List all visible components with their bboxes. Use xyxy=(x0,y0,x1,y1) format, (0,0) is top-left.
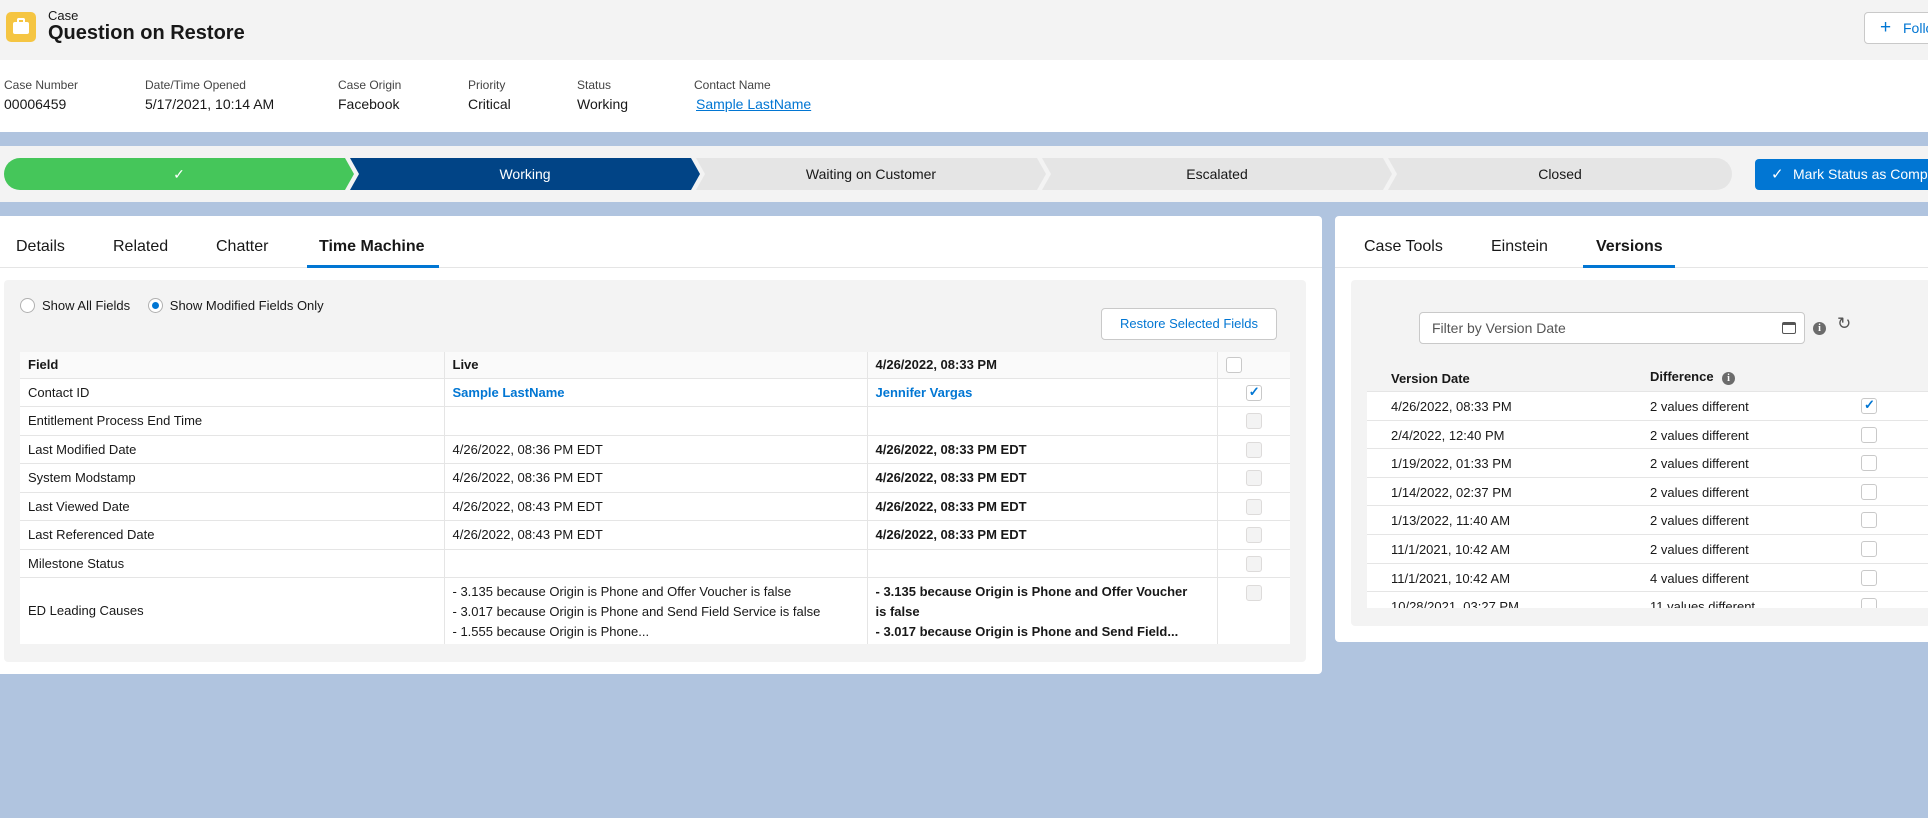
highlight-case-origin: Case Origin Facebook xyxy=(338,78,402,112)
list-item[interactable]: 11/1/2021, 10:42 AM 4 values different xyxy=(1367,564,1928,593)
list-item[interactable]: 1/14/2022, 02:37 PM 2 values different xyxy=(1367,478,1928,507)
field-comparison-table: Field Live 4/26/2022, 08:33 PM Contact I… xyxy=(20,352,1290,644)
path-stage-waiting-on-customer[interactable]: Waiting on Customer xyxy=(696,158,1046,190)
list-item[interactable]: 1/13/2022, 11:40 AM 2 values different xyxy=(1367,506,1928,535)
time-machine-panel: Show All Fields Show Modified Fields Onl… xyxy=(4,280,1306,662)
tab-chatter[interactable]: Chatter xyxy=(216,238,268,256)
row-select-checkbox[interactable] xyxy=(1245,384,1262,401)
version-date-filter-input[interactable]: Filter by Version Date xyxy=(1419,312,1805,344)
highlight-priority: Priority Critical xyxy=(468,78,511,112)
highlight-status: Status Working xyxy=(577,78,629,112)
info-icon[interactable]: i xyxy=(1813,322,1826,335)
list-item[interactable]: 11/1/2021, 10:42 AM 2 values different xyxy=(1367,535,1928,564)
check-icon: ✓ xyxy=(1771,166,1784,183)
version-select-checkbox[interactable] xyxy=(1861,483,1877,500)
versions-panel: Filter by Version Date i ↻ Version Date … xyxy=(1351,280,1928,626)
column-header-difference: Difference xyxy=(1650,369,1714,384)
list-item[interactable]: 2/4/2022, 12:40 PM 2 values different xyxy=(1367,421,1928,450)
table-row: Entitlement Process End Time xyxy=(20,406,1290,435)
main-tabs-card: Details Related Chatter Time Machine Sho… xyxy=(0,216,1322,674)
field-filter-radios: Show All Fields Show Modified Fields Onl… xyxy=(20,298,338,313)
plus-icon: + xyxy=(1880,17,1892,38)
contact-name-link[interactable]: Sample LastName xyxy=(696,96,811,112)
row-select-checkbox[interactable] xyxy=(1245,441,1262,458)
row-select-checkbox[interactable] xyxy=(1245,498,1262,515)
case-briefcase-icon xyxy=(6,12,36,42)
version-select-checkbox[interactable] xyxy=(1861,397,1877,414)
status-path: ✓ Working Waiting on Customer Escalated … xyxy=(0,146,1928,202)
main-tab-bar: Details Related Chatter Time Machine xyxy=(0,216,1322,268)
live-contact-link[interactable]: Sample LastName xyxy=(453,385,565,400)
tab-case-tools[interactable]: Case Tools xyxy=(1364,238,1443,256)
path-stage-working[interactable]: Working xyxy=(350,158,700,190)
versions-table-header: Version Date Difference i xyxy=(1367,362,1928,392)
list-item[interactable]: 10/28/2021, 03:27 PM 11 values different xyxy=(1367,592,1928,608)
row-select-checkbox[interactable] xyxy=(1245,555,1262,572)
refresh-icon[interactable]: ↻ xyxy=(1837,314,1851,334)
highlight-date-opened: Date/Time Opened 5/17/2021, 10:14 AM xyxy=(145,78,275,112)
row-select-checkbox[interactable] xyxy=(1245,527,1262,544)
path-stage-completed[interactable]: ✓ xyxy=(4,158,354,190)
version-select-checkbox[interactable] xyxy=(1861,426,1877,443)
side-tab-bar: Case Tools Einstein Versions xyxy=(1335,216,1928,268)
show-modified-fields-radio[interactable] xyxy=(147,298,163,313)
object-label: Case xyxy=(48,8,79,23)
table-row: Last Referenced Date 4/26/2022, 08:43 PM… xyxy=(20,520,1290,549)
list-item[interactable]: 4/26/2022, 08:33 PM 2 values different xyxy=(1367,392,1928,421)
active-tab-indicator xyxy=(1583,265,1675,268)
record-header: Case Question on Restore + Follow xyxy=(0,0,1928,60)
version-select-checkbox[interactable] xyxy=(1861,512,1877,529)
row-select-checkbox[interactable] xyxy=(1245,413,1262,430)
restore-selected-fields-button[interactable]: Restore Selected Fields xyxy=(1101,308,1277,340)
show-all-fields-radio[interactable] xyxy=(20,298,35,313)
column-header-live: Live xyxy=(443,352,867,379)
versions-list: 4/26/2022, 08:33 PM 2 values different 2… xyxy=(1367,392,1928,608)
table-row: Last Viewed Date 4/26/2022, 08:43 PM EDT… xyxy=(20,491,1290,521)
table-row: System Modstamp 4/26/2022, 08:36 PM EDT … xyxy=(20,463,1290,492)
check-icon: ✓ xyxy=(173,166,185,182)
tab-versions[interactable]: Versions xyxy=(1596,238,1663,256)
version-select-checkbox[interactable] xyxy=(1861,540,1877,557)
path-stage-closed[interactable]: Closed xyxy=(1388,158,1732,190)
version-contact-link[interactable]: Jennifer Vargas xyxy=(876,385,973,400)
row-select-checkbox[interactable] xyxy=(1245,584,1262,601)
version-select-checkbox[interactable] xyxy=(1861,598,1877,608)
select-all-checkbox[interactable] xyxy=(1225,357,1242,374)
record-title: Question on Restore xyxy=(48,22,245,44)
column-header-field: Field xyxy=(20,352,444,379)
tab-details[interactable]: Details xyxy=(16,238,65,256)
tab-einstein[interactable]: Einstein xyxy=(1491,238,1548,256)
table-header-row: Field Live 4/26/2022, 08:33 PM xyxy=(20,352,1290,379)
column-header-version: 4/26/2022, 08:33 PM xyxy=(866,352,1217,379)
row-select-checkbox[interactable] xyxy=(1245,470,1262,487)
highlight-case-number: Case Number 00006459 xyxy=(4,78,79,112)
version-select-checkbox[interactable] xyxy=(1861,455,1877,472)
active-tab-indicator xyxy=(307,265,439,268)
column-header-version-date: Version Date xyxy=(1391,371,1470,386)
version-select-checkbox[interactable] xyxy=(1861,569,1877,586)
follow-button[interactable]: + Follow xyxy=(1864,12,1928,44)
path-track: ✓ Working Waiting on Customer Escalated … xyxy=(4,158,1732,190)
path-stage-escalated[interactable]: Escalated xyxy=(1042,158,1392,190)
list-item[interactable]: 1/19/2022, 01:33 PM 2 values different xyxy=(1367,449,1928,478)
mark-status-complete-button[interactable]: ✓ Mark Status as Complete xyxy=(1755,159,1928,190)
side-tabs-card: Case Tools Einstein Versions Filter by V… xyxy=(1335,216,1928,642)
highlight-contact-name: Contact Name Sample LastName xyxy=(694,78,812,112)
tab-time-machine[interactable]: Time Machine xyxy=(319,238,425,256)
info-icon[interactable]: i xyxy=(1722,372,1735,385)
tab-related[interactable]: Related xyxy=(113,238,168,256)
highlights-panel: Case Number 00006459 Date/Time Opened 5/… xyxy=(0,60,1928,132)
table-row: Last Modified Date 4/26/2022, 08:36 PM E… xyxy=(20,434,1290,464)
calendar-icon[interactable] xyxy=(1782,322,1796,334)
table-row: Milestone Status xyxy=(20,548,1290,578)
table-row: ED Leading Causes - 3.135 because Origin… xyxy=(20,577,1290,644)
table-row: Contact ID Sample LastName Jennifer Varg… xyxy=(20,377,1290,407)
